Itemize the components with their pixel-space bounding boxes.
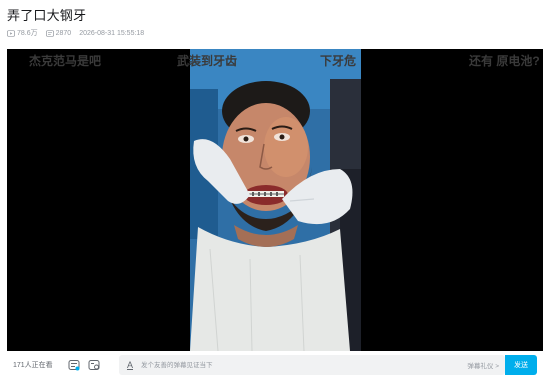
video-player[interactable]: 杰克范马是吧 武装到牙齿 下牙危 还有 原电池? [7, 49, 543, 351]
danmaku-send-bar: 171人正在看 A 弹幕礼仪 > 发送 [7, 353, 543, 377]
play-count: 78.6万 [7, 28, 38, 38]
video-content-image [190, 49, 361, 351]
viewer-count: 171人正在看 [13, 362, 53, 369]
danmaku-count-value: 2870 [55, 29, 72, 37]
danmaku-item: 下牙危 [320, 54, 357, 68]
play-count-icon [7, 29, 15, 37]
video-meta: 78.6万 2870 2026-08-31 15:55:18 [7, 27, 144, 39]
send-danmaku-button[interactable]: 发送 [505, 355, 537, 375]
video-title: 弄了口大钢牙 [7, 8, 87, 23]
danmaku-count: 2870 [45, 29, 72, 37]
danmaku-toggle-icon[interactable] [67, 358, 81, 372]
danmaku-etiquette-link[interactable]: 弹幕礼仪 > [467, 360, 499, 370]
danmaku-item: 武装到牙齿 [177, 54, 238, 68]
play-count-value: 78.6万 [17, 30, 38, 37]
font-style-icon[interactable]: A [123, 358, 137, 372]
danmaku-count-icon [45, 29, 54, 37]
danmaku-settings-icon[interactable] [87, 358, 101, 372]
danmaku-item: 杰克范马是吧 [29, 54, 102, 68]
publish-time: 2026-08-31 15:55:18 [79, 29, 145, 37]
danmaku-input[interactable] [137, 356, 468, 374]
danmaku-item: 还有 原电池? [469, 54, 540, 68]
danmaku-input-box: A 弹幕礼仪 > [119, 355, 505, 375]
video-frame[interactable] [190, 49, 361, 351]
